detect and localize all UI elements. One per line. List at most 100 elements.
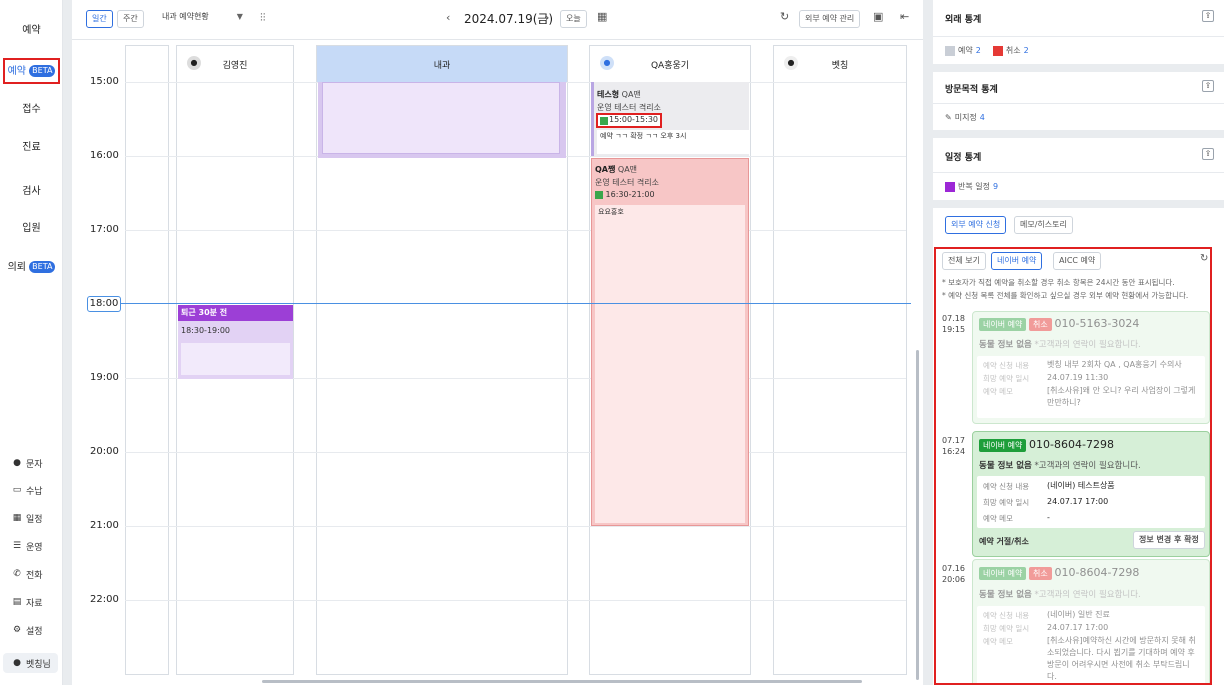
legend-swatch bbox=[992, 45, 1003, 56]
filter-icon[interactable]: ⫶⫶ bbox=[260, 11, 266, 25]
reservation-detail: 예약 신청 내용 (네이버) 테스트상품 희망 예약 일시 24.07.17 1… bbox=[977, 476, 1205, 528]
tab-memo-history[interactable]: 메모/히스토리 bbox=[1014, 216, 1073, 234]
contact-note: *고객과의 연락이 필요합니다. bbox=[1034, 340, 1141, 350]
detail-value: 24.07.17 17:00 bbox=[1047, 497, 1109, 506]
avatar: ● bbox=[600, 56, 614, 70]
res-time: 19:15 bbox=[942, 325, 966, 334]
reservation-card[interactable]: 네이버 예약 010-8604-7298 동물 정보 없음 *고객과의 연락이 … bbox=[972, 431, 1210, 557]
detail-value: (네이버) 테스트상품 bbox=[1047, 481, 1115, 490]
legend-count: 9 bbox=[992, 182, 999, 191]
appointment-card[interactable]: QA쨍 QA맨 운영 테스터 격리소 16:30-21:00 요요홍호 bbox=[591, 158, 749, 526]
no-animal-label: 동물 정보 없음 bbox=[979, 461, 1032, 471]
horizontal-scrollbar[interactable] bbox=[262, 680, 862, 683]
vertical-scrollbar[interactable] bbox=[916, 350, 919, 680]
clinic-name: 운영 테스터 격리소 bbox=[595, 178, 659, 187]
print-icon[interactable]: ▣ bbox=[873, 10, 883, 23]
nav-reservation[interactable]: 예약 bbox=[0, 21, 63, 41]
prev-date-button[interactable]: ‹ bbox=[446, 11, 450, 24]
col-header-qa[interactable]: ● QA홍웅기 bbox=[589, 45, 751, 82]
contact-note: *고객과의 연락이 필요합니다. bbox=[1034, 461, 1141, 471]
grid-line bbox=[125, 452, 906, 453]
col-header-kim[interactable]: ● 김영진 bbox=[176, 45, 294, 82]
today-button[interactable]: 오늘 bbox=[560, 10, 587, 28]
nav-reservation-beta[interactable]: 예약 BETA bbox=[3, 58, 60, 84]
time-label: 20:00 bbox=[90, 446, 119, 457]
tool-settings[interactable]: ⚙ 설정 bbox=[12, 622, 60, 638]
detail-value: 24.07.17 17:00 bbox=[1047, 623, 1109, 632]
appointment-card[interactable]: 테스형 QA맨 운영 테스터 격리소 15:00-15:30 예약 ㄱㄱ 확정 … bbox=[591, 82, 749, 156]
legend-count: 2 bbox=[975, 46, 981, 55]
refresh-icon[interactable]: ↻ bbox=[780, 10, 789, 23]
tool-payment[interactable]: ▭ 수납 bbox=[12, 482, 60, 498]
patient-name: QA쨍 bbox=[595, 165, 616, 174]
calendar-icon[interactable]: ▦ bbox=[597, 10, 607, 23]
tool-sms[interactable]: ● 문자 bbox=[12, 455, 60, 471]
detail-label: 예약 신청 내용 bbox=[983, 482, 1030, 491]
current-time-label: 18:00 bbox=[87, 296, 121, 312]
beta-badge: BETA bbox=[29, 65, 56, 77]
tool-label: 일정 bbox=[26, 514, 43, 525]
nav-inpatient[interactable]: 입원 bbox=[0, 219, 63, 239]
grid-line bbox=[125, 600, 906, 601]
nav-label: 예약 bbox=[7, 66, 26, 77]
nav-referral[interactable]: 의뢰 BETA bbox=[0, 258, 63, 278]
appointment-card[interactable]: 퇴근 30분 전 18:30-19:00 bbox=[178, 305, 293, 379]
week-view-button[interactable]: 주간 bbox=[117, 10, 144, 28]
nav-label: 예약 bbox=[22, 25, 41, 36]
refresh-icon[interactable]: ↻ bbox=[1200, 253, 1208, 264]
tool-label: 문자 bbox=[26, 459, 43, 470]
view-select[interactable]: 내과 예약현황 ▼ bbox=[162, 11, 243, 22]
res-time: 16:24 bbox=[942, 447, 966, 456]
contact-note: *고객과의 연락이 필요합니다. bbox=[1034, 590, 1141, 600]
reservation-card[interactable]: 네이버 예약 취소 010-5163-3024 동물 정보 없음 *고객과의 연… bbox=[972, 311, 1210, 424]
export-icon[interactable]: ⇪ bbox=[1202, 148, 1214, 160]
appointment-title: 퇴근 30분 전 bbox=[178, 305, 293, 321]
tool-operation[interactable]: ☰ 운영 bbox=[12, 538, 60, 554]
reservation-detail: 예약 신청 내용 (네이버) 일반 진료 희망 예약 일시 24.07.17 1… bbox=[977, 606, 1205, 683]
nav-label: 접수 bbox=[22, 104, 41, 115]
tab-external-request[interactable]: 외부 예약 신청 bbox=[945, 216, 1007, 234]
cancel-badge: 취소 bbox=[1029, 318, 1052, 331]
next-date-button[interactable]: › bbox=[545, 11, 549, 24]
time-range: 15:00-15:30 bbox=[609, 115, 658, 124]
export-icon[interactable]: ⇪ bbox=[1202, 10, 1214, 22]
detail-value: [취소사유]왜 안 오니? 우리 사업장이 그렇게 만만하니? bbox=[1047, 386, 1196, 407]
detail-label: 희망 예약 일시 bbox=[983, 624, 1030, 633]
view-select-value: 내과 예약현황 bbox=[162, 12, 209, 21]
document-icon: ▤ bbox=[12, 597, 22, 607]
filter-aicc[interactable]: AICC 예약 bbox=[1053, 252, 1102, 270]
reservation-card[interactable]: 네이버 예약 취소 010-8604-7298 동물 정보 없음 *고객과의 연… bbox=[972, 559, 1210, 683]
tool-phone[interactable]: ✆ 전화 bbox=[12, 566, 60, 582]
filter-all[interactable]: 전체 보기 bbox=[942, 252, 986, 270]
filter-naver[interactable]: 네이버 예약 bbox=[991, 252, 1043, 270]
detail-label: 예약 메모 bbox=[983, 637, 1013, 646]
list-icon: ☰ bbox=[12, 541, 22, 551]
appointment-memo: 요요홍호 bbox=[595, 205, 745, 523]
patient-tag: QA맨 bbox=[621, 90, 641, 99]
appointment-block[interactable] bbox=[318, 82, 566, 158]
no-animal-label: 동물 정보 없음 bbox=[979, 590, 1032, 600]
naver-badge: 네이버 예약 bbox=[979, 567, 1027, 580]
col-header-internal[interactable]: 내과 bbox=[316, 45, 568, 82]
calendar-icon: ▦ bbox=[12, 513, 22, 523]
tool-label: 자료 bbox=[26, 598, 43, 609]
tool-documents[interactable]: ▤ 자료 bbox=[12, 594, 60, 610]
day-view-button[interactable]: 일간 bbox=[86, 10, 113, 28]
nav-reception[interactable]: 접수 bbox=[0, 100, 63, 120]
export-icon[interactable]: ⇪ bbox=[1202, 80, 1214, 92]
detail-label: 희망 예약 일시 bbox=[983, 374, 1030, 383]
user-menu[interactable]: ● 벳칭님 bbox=[3, 653, 58, 673]
reject-button[interactable]: 예약 거절/취소 bbox=[979, 536, 1029, 547]
nav-exam[interactable]: 검사 bbox=[0, 182, 63, 202]
tool-schedule[interactable]: ▦ 일정 bbox=[12, 510, 60, 526]
confirm-button[interactable]: 정보 변경 후 확정 bbox=[1133, 531, 1205, 549]
col-name: 내과 bbox=[433, 60, 451, 71]
detail-value: 24.07.19 11:30 bbox=[1047, 373, 1109, 382]
nav-treatment[interactable]: 진료 bbox=[0, 138, 63, 158]
external-manage-button[interactable]: 외부 예약 관리 bbox=[799, 10, 861, 28]
col-header-betching[interactable]: ● 벳칭 bbox=[773, 45, 907, 82]
status-icon bbox=[595, 191, 603, 199]
col-name: 김영진 bbox=[222, 60, 248, 71]
legend-unassigned: ✎ 미지정 4 bbox=[945, 112, 985, 123]
collapse-icon[interactable]: ⇤ bbox=[900, 10, 909, 23]
